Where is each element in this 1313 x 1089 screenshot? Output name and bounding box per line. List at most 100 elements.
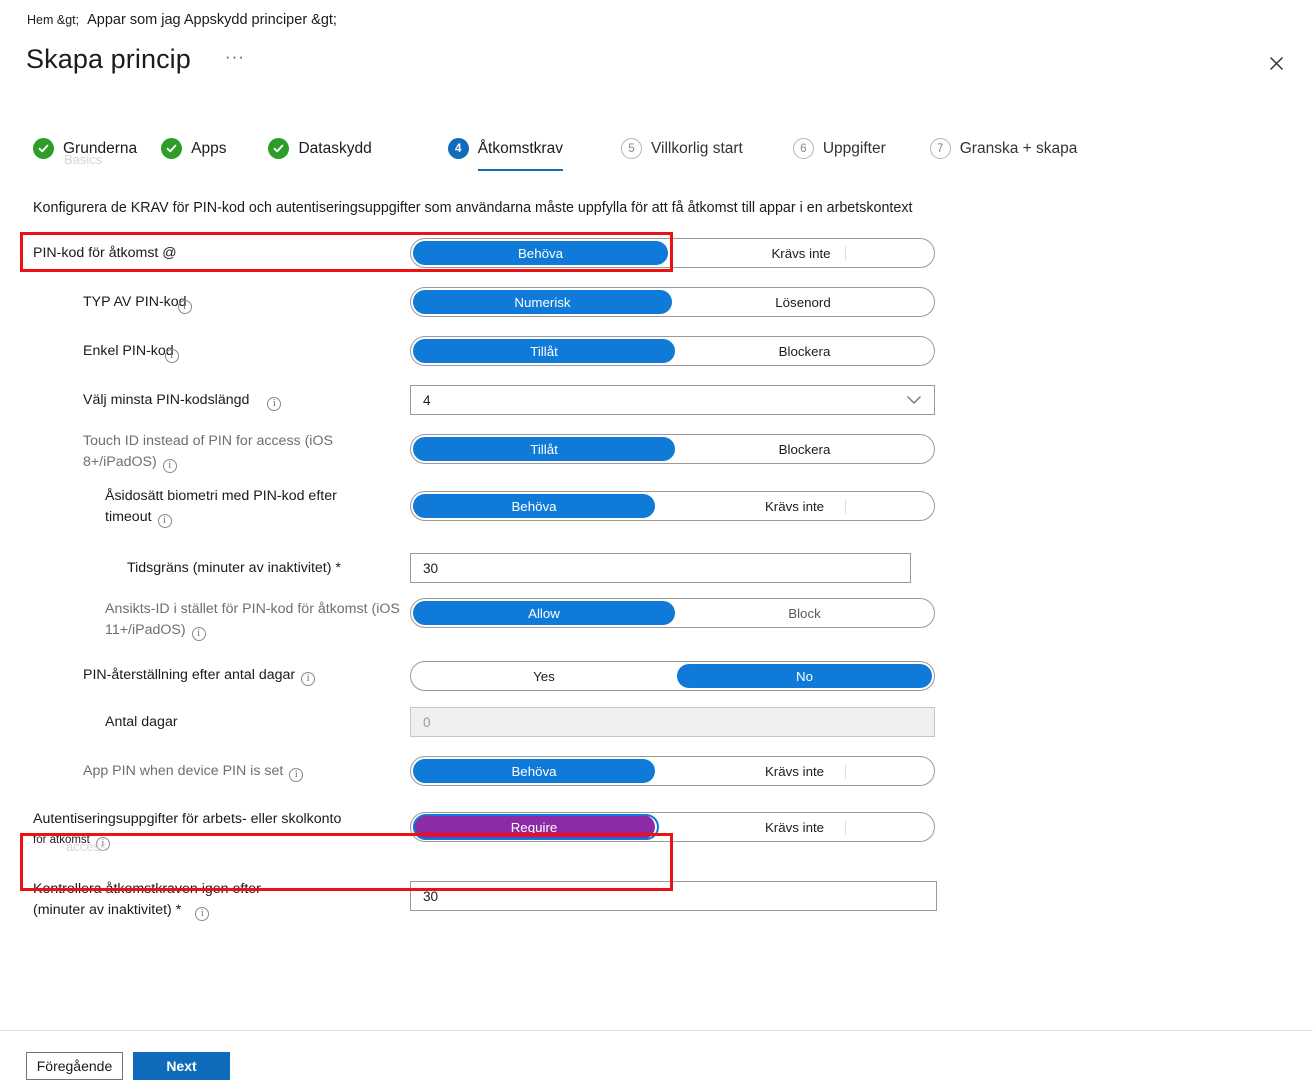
row-label: Antal dagar bbox=[105, 714, 178, 730]
close-button[interactable] bbox=[1259, 46, 1293, 80]
form-row-recheck-access-requirements: Kontrollera åtkomstkraven igen efter (mi… bbox=[0, 869, 1313, 939]
toggle-pin-reset[interactable]: Yes No bbox=[410, 661, 935, 691]
wizard-step-dataskydd[interactable]: Dataskydd bbox=[268, 138, 372, 171]
row-control: Numerisk Lösenord bbox=[410, 287, 935, 317]
wizard-step-granska-skapa[interactable]: 7 Granska + skapa bbox=[929, 138, 1078, 171]
access-requirements-form: PIN-kod för åtkomst @ Behöva Krävs inte … bbox=[0, 232, 1313, 939]
page-title: Skapa princip bbox=[26, 44, 191, 74]
step-number-badge: 4 bbox=[447, 138, 469, 159]
toggle-touch-id[interactable]: Tillåt Blockera bbox=[410, 434, 935, 464]
input-value: 30 bbox=[423, 560, 439, 576]
row-label: App PIN when device PIN is set i bbox=[83, 761, 304, 782]
toggle-pin-for-access[interactable]: Behöva Krävs inte bbox=[410, 238, 935, 268]
row-label: PIN-kod för åtkomst @ bbox=[33, 245, 177, 261]
toggle-option-left[interactable]: Numerisk bbox=[413, 290, 672, 314]
wizard-step-grunderna[interactable]: Grunderna Basics bbox=[33, 138, 137, 171]
row-control: Require Krävs inte bbox=[410, 812, 935, 842]
info-icon[interactable]: i bbox=[162, 459, 177, 473]
toggle-option-right[interactable]: Block bbox=[677, 601, 932, 625]
row-control: 4 bbox=[410, 385, 935, 415]
toggle-option-right[interactable]: Blockera bbox=[677, 339, 932, 363]
close-icon bbox=[1269, 56, 1283, 70]
toggle-override-biometrics[interactable]: Behöva Krävs inte bbox=[410, 491, 935, 521]
step-number-badge: 7 bbox=[929, 138, 951, 159]
wizard-step-apps[interactable]: Apps bbox=[161, 138, 226, 171]
next-button[interactable]: Next bbox=[133, 1052, 230, 1080]
toggle-option-right[interactable]: Krävs inte bbox=[670, 241, 932, 265]
row-label: TYP AV PIN-kodi bbox=[83, 292, 192, 314]
toggle-option-right[interactable]: No bbox=[677, 664, 932, 688]
toggle-option-left[interactable]: Behöva bbox=[413, 759, 655, 783]
toggle-pin-type[interactable]: Numerisk Lösenord bbox=[410, 287, 935, 317]
toggle-option-right[interactable]: Lösenord bbox=[674, 290, 932, 314]
toggle-work-school-credentials[interactable]: Require Krävs inte bbox=[410, 812, 935, 842]
input-recheck-timeout[interactable]: 30 bbox=[410, 881, 937, 911]
breadcrumb: Hem &gt; Appar som jag Appskydd principer… bbox=[27, 12, 337, 28]
dropdown-value: 4 bbox=[423, 392, 431, 408]
info-icon[interactable]: i bbox=[164, 349, 179, 363]
more-options-button[interactable]: ··· bbox=[225, 47, 245, 67]
toggle-divider bbox=[845, 764, 846, 779]
row-control: Behöva Krävs inte bbox=[410, 238, 935, 268]
row-label: Åsidosätt biometri med PIN-kod efter tim… bbox=[105, 488, 337, 528]
input-value: 30 bbox=[423, 888, 439, 904]
info-icon[interactable]: i bbox=[289, 768, 304, 782]
step-number-badge: 6 bbox=[792, 138, 814, 159]
form-row-pin-for-access: PIN-kod för åtkomst @ Behöva Krävs inte bbox=[0, 232, 1313, 281]
wizard-step-label: Granska + skapa bbox=[959, 139, 1078, 157]
input-timeout[interactable]: 30 bbox=[410, 553, 911, 583]
section-description: Konfigurera de KRAV för PIN-kod och aute… bbox=[33, 200, 913, 216]
input-number-of-days: 0 bbox=[410, 707, 935, 737]
breadcrumb-item-home[interactable]: Hem &gt; bbox=[27, 13, 79, 27]
previous-button[interactable]: Föregående bbox=[26, 1052, 123, 1080]
breadcrumb-item-app-protection-policies[interactable]: Appar som jag Appskydd principer &gt; bbox=[87, 12, 337, 28]
form-row-face-id: Ansikts-ID i stället för PIN-kod för åtk… bbox=[0, 596, 1313, 645]
row-label: Tidsgräns (minuter av inaktivitet) * bbox=[127, 560, 341, 576]
form-row-touch-id: Touch ID instead of PIN for access (iOS … bbox=[0, 428, 1313, 477]
row-label: Kontrollera åtkomstkraven igen efter (mi… bbox=[33, 881, 261, 921]
row-label: Enkel PIN-kodi bbox=[83, 341, 179, 363]
toggle-option-right[interactable]: Krävs inte bbox=[657, 759, 932, 783]
wizard-step-uppgifter[interactable]: 6 Uppgifter bbox=[792, 138, 886, 171]
row-control: 0 bbox=[410, 707, 935, 737]
toggle-option-left[interactable]: Tillåt bbox=[413, 437, 675, 461]
info-icon[interactable]: i bbox=[301, 672, 316, 686]
info-icon[interactable]: i bbox=[177, 300, 192, 314]
form-row-min-pin-length: Välj minsta PIN-kodslängd i 4 bbox=[0, 379, 1313, 428]
wizard-step-atkomstkrav[interactable]: 4 Åtkomstkrav bbox=[447, 138, 563, 171]
toggle-divider bbox=[845, 820, 846, 835]
toggle-option-left[interactable]: Behöva bbox=[413, 494, 655, 518]
row-label: Ansikts-ID i stället för PIN-kod för åtk… bbox=[105, 601, 400, 641]
toggle-option-left[interactable]: Tillåt bbox=[413, 339, 675, 363]
form-row-simple-pin: Enkel PIN-kodi Tillåt Blockera bbox=[0, 330, 1313, 379]
toggle-option-left[interactable]: Behöva bbox=[413, 241, 668, 265]
info-icon[interactable]: i bbox=[267, 397, 282, 411]
form-row-override-biometrics: Åsidosätt biometri med PIN-kod efter tim… bbox=[0, 477, 1313, 547]
wizard-step-label: Dataskydd bbox=[298, 139, 372, 157]
toggle-option-left[interactable]: Allow bbox=[413, 601, 675, 625]
row-control: Allow Block bbox=[410, 598, 935, 628]
toggle-option-right[interactable]: Krävs inte bbox=[657, 815, 932, 839]
input-value: 0 bbox=[423, 714, 431, 730]
info-icon[interactable]: i bbox=[191, 627, 206, 641]
wizard-step-villkorlig-start[interactable]: 5 Villkorlig start bbox=[620, 138, 743, 171]
step-complete-icon bbox=[33, 138, 54, 159]
toggle-option-right[interactable]: Krävs inte bbox=[657, 494, 932, 518]
toggle-option-left[interactable]: Yes bbox=[413, 664, 675, 688]
toggle-face-id[interactable]: Allow Block bbox=[410, 598, 935, 628]
wizard-step-label: Grunderna bbox=[63, 139, 138, 157]
chevron-down-icon bbox=[906, 395, 922, 405]
info-icon[interactable]: i bbox=[95, 837, 110, 851]
info-icon[interactable]: i bbox=[195, 907, 210, 921]
form-row-pin-type: TYP AV PIN-kodi Numerisk Lösenord bbox=[0, 281, 1313, 330]
wizard-step-label: Villkorlig start bbox=[650, 139, 743, 157]
info-icon[interactable]: i bbox=[157, 514, 172, 528]
footer-divider bbox=[0, 1030, 1313, 1031]
dropdown-min-pin-length[interactable]: 4 bbox=[410, 385, 935, 415]
toggle-simple-pin[interactable]: Tillåt Blockera bbox=[410, 336, 935, 366]
toggle-option-left[interactable]: Require bbox=[413, 815, 655, 839]
toggle-divider bbox=[845, 246, 846, 261]
toggle-app-pin-when-device-pin-set[interactable]: Behöva Krävs inte bbox=[410, 756, 935, 786]
toggle-option-right[interactable]: Blockera bbox=[677, 437, 932, 461]
row-label: Välj minsta PIN-kodslängd i bbox=[83, 390, 282, 411]
